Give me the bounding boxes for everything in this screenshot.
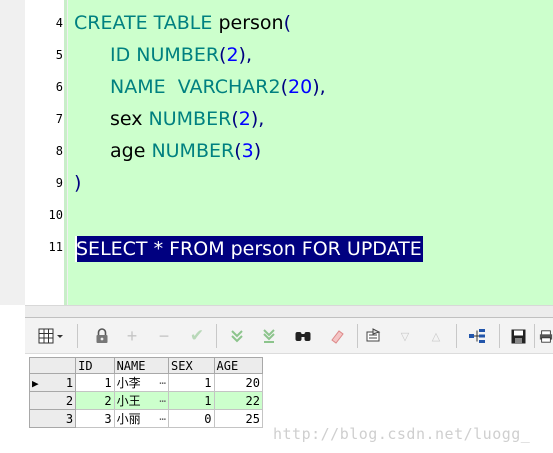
toolbar-separator <box>216 324 217 348</box>
line-number: 11 <box>48 240 63 254</box>
name-cell[interactable]: 小李… <box>113 373 170 392</box>
selected-sql-statement[interactable]: SELECT * FROM person FOR UPDATE <box>75 236 423 262</box>
ellipsis-icon[interactable]: … <box>159 374 166 387</box>
result-grid: ID NAME SEX AGE ▶ 1 1 小李… 1 20 2 2 小王… 1 … <box>28 357 264 428</box>
age-cell[interactable]: 25 <box>213 409 264 428</box>
line-number: 10 <box>48 208 63 222</box>
column-header-name[interactable]: NAME <box>113 357 170 374</box>
code-line-5: ID NUMBER(2), <box>110 44 252 66</box>
row-number-cell[interactable]: ▶ 1 <box>28 373 77 392</box>
sex-cell[interactable]: 0 <box>168 409 215 428</box>
add-record-icon[interactable]: + <box>122 326 142 346</box>
code-line-9: ) <box>74 172 82 194</box>
next-icon[interactable]: ▽ <box>395 326 415 346</box>
column-header-age[interactable]: AGE <box>213 357 264 374</box>
left-margin <box>0 305 25 453</box>
code-line-7: sex NUMBER(2), <box>110 108 265 130</box>
line-number: 9 <box>55 176 63 190</box>
code-line-4: CREATE TABLE person( <box>74 12 292 34</box>
line-number: 8 <box>55 144 63 158</box>
table-row[interactable]: 3 3 小丽… 0 25 <box>28 409 264 428</box>
post-changes-icon[interactable]: ✔ <box>187 326 207 346</box>
id-cell[interactable]: 3 <box>75 409 115 428</box>
grid-menu-icon[interactable] <box>37 326 65 346</box>
delete-record-icon[interactable]: − <box>154 326 174 346</box>
line-number: 7 <box>55 112 63 126</box>
column-header-id[interactable]: ID <box>75 357 115 374</box>
sex-cell[interactable]: 1 <box>168 391 215 410</box>
toolbar-separator <box>357 324 358 348</box>
id-cell[interactable]: 1 <box>75 373 115 392</box>
toolbar-separator <box>77 324 78 348</box>
watermark: http://blog.csdn.net/luogg_ <box>273 425 531 443</box>
clear-icon[interactable] <box>327 326 347 346</box>
toolbar-separator <box>534 324 535 348</box>
ellipsis-icon[interactable]: … <box>159 392 166 405</box>
previous-icon[interactable]: △ <box>426 326 446 346</box>
ellipsis-icon[interactable]: … <box>159 410 166 423</box>
query-by-example-icon[interactable] <box>364 326 384 346</box>
line-number: 4 <box>55 16 63 30</box>
fetch-last-icon[interactable] <box>259 326 279 346</box>
print-icon[interactable] <box>539 326 553 346</box>
table-row[interactable]: ▶ 1 1 小李… 1 20 <box>28 373 264 392</box>
text-caret <box>75 236 77 262</box>
sql-editor[interactable]: 4 5 6 7 8 9 10 11 CREATE TABLE person( I… <box>0 0 553 305</box>
row-number-cell[interactable]: 3 <box>28 409 77 428</box>
current-row-marker: ▶ <box>32 376 39 390</box>
toolbar-separator <box>456 324 457 348</box>
id-cell[interactable]: 2 <box>75 391 115 410</box>
grid-header-row: ID NAME SEX AGE <box>28 357 264 374</box>
column-header-sex[interactable]: SEX <box>168 357 215 374</box>
toolbar-separator <box>499 324 500 348</box>
code-line-8: age NUMBER(3) <box>110 140 262 162</box>
row-header-corner <box>28 357 77 374</box>
age-cell[interactable]: 20 <box>213 373 264 392</box>
line-number: 6 <box>55 80 63 94</box>
table-row[interactable]: 2 2 小王… 1 22 <box>28 391 264 410</box>
row-number-cell[interactable]: 2 <box>28 391 77 410</box>
age-cell[interactable]: 22 <box>213 391 264 410</box>
single-record-icon[interactable] <box>467 326 487 346</box>
sex-cell[interactable]: 1 <box>168 373 215 392</box>
name-cell[interactable]: 小王… <box>113 391 170 410</box>
fetch-next-icon[interactable] <box>227 326 247 346</box>
name-cell[interactable]: 小丽… <box>113 409 170 428</box>
save-icon[interactable] <box>508 326 528 346</box>
result-grid-toolbar: + − ✔ ▽ △ <box>25 318 553 354</box>
lock-icon[interactable] <box>92 326 112 346</box>
code-line-6: NAME VARCHAR2(20), <box>110 76 326 98</box>
pane-splitter[interactable] <box>25 305 553 318</box>
find-icon[interactable] <box>293 326 313 346</box>
line-number: 5 <box>55 48 63 62</box>
